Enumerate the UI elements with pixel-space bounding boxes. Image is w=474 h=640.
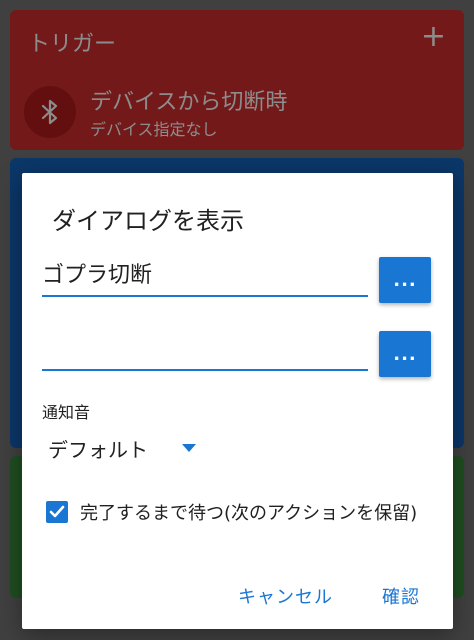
dialog-title: ダイアログを表示 (52, 207, 244, 235)
dialog-title-field[interactable]: ゴプラ切断 (42, 255, 368, 297)
show-dialog-dialog: ダイアログを表示 ゴプラ切断 ... ... 通知音 デフォルト 完了するまで待… (22, 173, 453, 629)
ok-button[interactable]: 確認 (382, 583, 420, 609)
wait-checkbox-label: 完了するまで待つ(次のアクションを保留) (80, 503, 418, 524)
notification-sound-value: デフォルト (48, 437, 148, 462)
checkmark-icon (49, 505, 65, 518)
dialog-title-field-value: ゴプラ切断 (42, 263, 153, 288)
magic-text-button-2[interactable]: ... (379, 331, 431, 377)
wait-until-complete-row[interactable]: 完了するまで待つ(次のアクションを保留) (46, 499, 417, 525)
dropdown-arrow-icon (182, 444, 196, 452)
wait-checkbox[interactable] (46, 501, 68, 523)
magic-text-button-1[interactable]: ... (379, 257, 431, 303)
notification-sound-select[interactable]: デフォルト (48, 435, 196, 462)
notification-sound-label: 通知音 (42, 403, 91, 422)
screen: トリガー + デバイスから切断時 デバイス指定なし ダイアログを表示 ゴプラ切断… (0, 0, 474, 640)
cancel-button[interactable]: キャンセル (238, 583, 333, 609)
dialog-message-field[interactable] (42, 329, 368, 371)
